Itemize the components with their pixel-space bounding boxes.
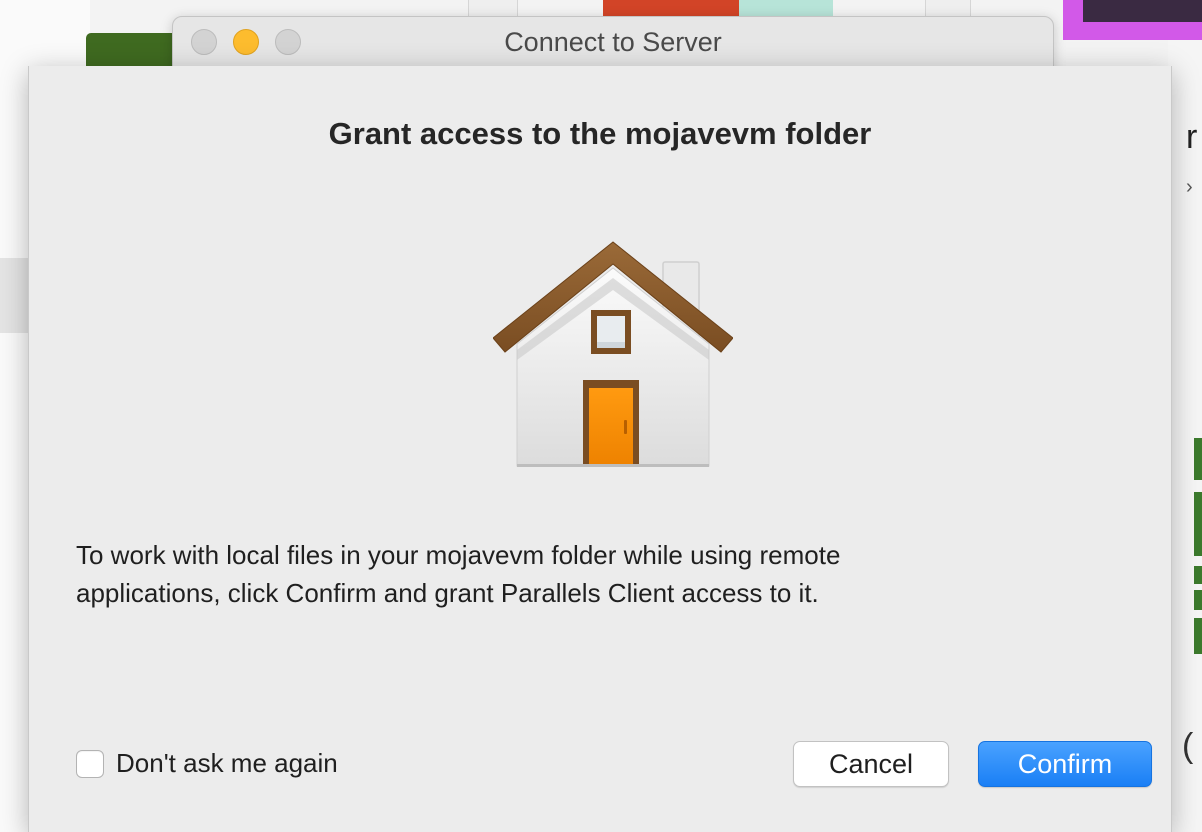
- home-folder-icon: [493, 241, 733, 467]
- background-partial-text: (: [1182, 727, 1194, 765]
- background-green-strip: [1194, 618, 1202, 654]
- window-title: Connect to Server: [504, 27, 722, 57]
- checkbox-label[interactable]: Don't ask me again: [116, 748, 338, 779]
- background-red-tile: [603, 0, 833, 16]
- dialog-message: To work with local files in your mojavev…: [76, 536, 1076, 612]
- background-partial-text: r: [1186, 118, 1198, 156]
- background-divider: [468, 0, 518, 17]
- background-green-strip: [1194, 566, 1202, 584]
- background-partial-text: ›: [1186, 176, 1193, 198]
- background-green-strip: [1194, 492, 1202, 556]
- background-green-strip: [1194, 438, 1202, 480]
- background-purple-tile: [1063, 0, 1202, 40]
- confirm-button[interactable]: Confirm: [978, 741, 1152, 787]
- background-green-strip: [1194, 590, 1202, 610]
- dont-ask-again-option[interactable]: Don't ask me again: [76, 748, 338, 779]
- message-line: applications, click Confirm and grant Pa…: [76, 578, 819, 608]
- dialog-title: Grant access to the mojavevm folder: [328, 116, 872, 151]
- background-divider: [925, 0, 971, 17]
- background-window-right: [1168, 40, 1202, 832]
- grant-access-sheet: Grant access to the mojavevm folder To w…: [28, 66, 1172, 832]
- cancel-button[interactable]: Cancel: [793, 741, 949, 787]
- message-line: To work with local files in your mojavev…: [76, 540, 841, 570]
- dont-ask-again-checkbox[interactable]: [76, 749, 104, 778]
